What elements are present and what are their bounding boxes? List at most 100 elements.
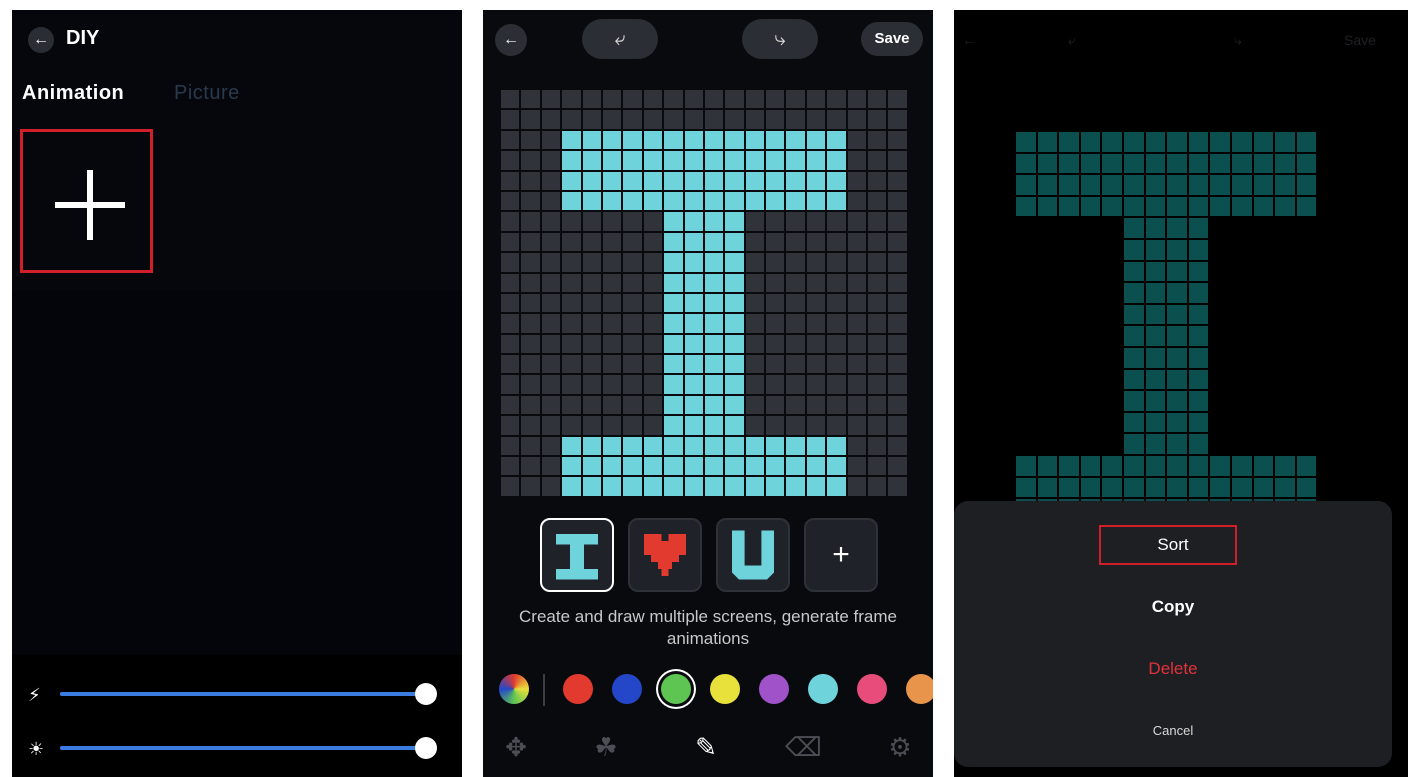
pixel-cell[interactable] bbox=[786, 232, 805, 252]
speed-slider-knob[interactable] bbox=[415, 683, 437, 705]
pixel-cell[interactable] bbox=[684, 232, 703, 252]
pixel-cell[interactable] bbox=[623, 355, 642, 374]
pixel-cell[interactable] bbox=[704, 477, 724, 496]
pixel-cell[interactable] bbox=[541, 375, 561, 394]
pixel-cell[interactable] bbox=[786, 477, 805, 496]
pixel-cell[interactable] bbox=[766, 355, 785, 374]
pixel-cell[interactable] bbox=[766, 457, 785, 476]
pixel-cell[interactable] bbox=[868, 110, 887, 129]
back-icon[interactable]: ← bbox=[28, 27, 54, 53]
pixel-cell[interactable] bbox=[521, 90, 540, 109]
pixel-cell[interactable] bbox=[806, 395, 826, 415]
pixel-cell[interactable] bbox=[806, 151, 826, 170]
pixel-cell[interactable] bbox=[725, 253, 744, 272]
pixel-cell[interactable] bbox=[725, 130, 744, 150]
pixel-cell[interactable] bbox=[725, 477, 744, 496]
pixel-cell[interactable] bbox=[827, 171, 846, 190]
pixel-cell[interactable] bbox=[521, 212, 540, 231]
pixel-cell[interactable] bbox=[521, 171, 540, 190]
pixel-cell[interactable] bbox=[806, 416, 826, 435]
pixel-cell[interactable] bbox=[521, 273, 540, 292]
pixel-cell[interactable] bbox=[704, 191, 724, 211]
pixel-cell[interactable] bbox=[602, 375, 622, 394]
brightness-slider-knob[interactable] bbox=[415, 737, 437, 759]
pixel-cell[interactable] bbox=[582, 253, 601, 272]
pixel-cell[interactable] bbox=[868, 477, 887, 496]
pixel-cell[interactable] bbox=[582, 416, 601, 435]
pixel-cell[interactable] bbox=[562, 477, 581, 496]
pixel-cell[interactable] bbox=[643, 130, 663, 150]
pixel-cell[interactable] bbox=[868, 212, 887, 231]
pixel-cell[interactable] bbox=[623, 212, 642, 231]
pixel-cell[interactable] bbox=[643, 436, 663, 456]
pixel-cell[interactable] bbox=[582, 334, 601, 354]
pixel-cell[interactable] bbox=[704, 436, 724, 456]
pixel-cell[interactable] bbox=[602, 273, 622, 292]
speed-slider[interactable] bbox=[60, 683, 437, 705]
pixel-cell[interactable] bbox=[643, 375, 663, 394]
color-swatch[interactable] bbox=[759, 674, 789, 704]
pixel-cell[interactable] bbox=[582, 90, 601, 109]
pixel-cell[interactable] bbox=[501, 90, 520, 109]
pixel-cell[interactable] bbox=[806, 457, 826, 476]
pixel-cell[interactable] bbox=[501, 171, 520, 190]
pixel-cell[interactable] bbox=[847, 130, 867, 150]
copy-option[interactable]: Copy bbox=[954, 597, 1392, 617]
pixel-cell[interactable] bbox=[501, 314, 520, 333]
pixel-cell[interactable] bbox=[827, 110, 846, 129]
pixel-cell[interactable] bbox=[501, 436, 520, 456]
pixel-cell[interactable] bbox=[725, 334, 744, 354]
pixel-cell[interactable] bbox=[786, 253, 805, 272]
pixel-cell[interactable] bbox=[806, 334, 826, 354]
pixel-cell[interactable] bbox=[582, 171, 601, 190]
pixel-cell[interactable] bbox=[602, 90, 622, 109]
pixel-cell[interactable] bbox=[643, 212, 663, 231]
pixel-cell[interactable] bbox=[847, 171, 867, 190]
pixel-cell[interactable] bbox=[664, 191, 683, 211]
pixel-cell[interactable] bbox=[786, 90, 805, 109]
color-swatch[interactable] bbox=[857, 674, 887, 704]
pixel-cell[interactable] bbox=[888, 334, 907, 354]
pixel-cell[interactable] bbox=[704, 395, 724, 415]
pixel-cell[interactable] bbox=[541, 457, 561, 476]
pixel-cell[interactable] bbox=[868, 416, 887, 435]
pixel-cell[interactable] bbox=[745, 273, 765, 292]
color-swatch[interactable] bbox=[661, 674, 691, 704]
pixel-cell[interactable] bbox=[582, 293, 601, 313]
pixel-cell[interactable] bbox=[602, 334, 622, 354]
pixel-cell[interactable] bbox=[521, 130, 540, 150]
pixel-canvas[interactable] bbox=[501, 90, 907, 496]
pixel-cell[interactable] bbox=[684, 212, 703, 231]
pixel-cell[interactable] bbox=[562, 191, 581, 211]
pixel-cell[interactable] bbox=[582, 436, 601, 456]
pixel-cell[interactable] bbox=[725, 171, 744, 190]
pixel-cell[interactable] bbox=[562, 273, 581, 292]
pixel-cell[interactable] bbox=[664, 355, 683, 374]
pixel-cell[interactable] bbox=[847, 375, 867, 394]
pixel-cell[interactable] bbox=[888, 416, 907, 435]
add-frame-button[interactable]: + bbox=[804, 518, 878, 592]
pixel-cell[interactable] bbox=[521, 416, 540, 435]
pixel-cell[interactable] bbox=[704, 273, 724, 292]
pixel-cell[interactable] bbox=[766, 273, 785, 292]
pixel-cell[interactable] bbox=[868, 191, 887, 211]
pixel-cell[interactable] bbox=[521, 293, 540, 313]
pixel-cell[interactable] bbox=[704, 355, 724, 374]
pixel-cell[interactable] bbox=[888, 212, 907, 231]
pixel-cell[interactable] bbox=[827, 253, 846, 272]
pixel-cell[interactable] bbox=[521, 355, 540, 374]
pixel-cell[interactable] bbox=[562, 232, 581, 252]
pixel-cell[interactable] bbox=[704, 375, 724, 394]
pixel-cell[interactable] bbox=[684, 334, 703, 354]
pixel-cell[interactable] bbox=[501, 130, 520, 150]
pixel-cell[interactable] bbox=[562, 212, 581, 231]
pixel-cell[interactable] bbox=[847, 395, 867, 415]
pixel-cell[interactable] bbox=[582, 273, 601, 292]
pixel-cell[interactable] bbox=[868, 457, 887, 476]
pixel-cell[interactable] bbox=[562, 416, 581, 435]
pixel-cell[interactable] bbox=[827, 90, 846, 109]
pixel-cell[interactable] bbox=[643, 395, 663, 415]
pixel-cell[interactable] bbox=[868, 273, 887, 292]
pixel-cell[interactable] bbox=[888, 90, 907, 109]
pixel-cell[interactable] bbox=[562, 334, 581, 354]
